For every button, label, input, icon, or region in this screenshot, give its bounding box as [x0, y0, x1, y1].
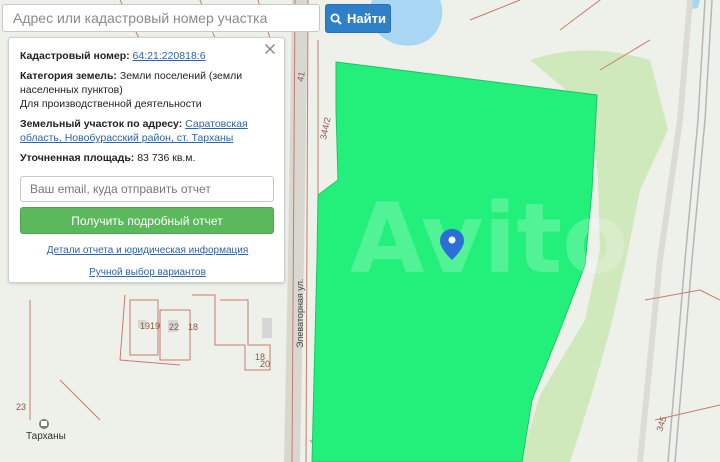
search-button[interactable]: Найти [325, 4, 391, 33]
address-row: Земельный участок по адресу: Саратовская… [20, 117, 272, 145]
parcel-label: 22 [169, 322, 179, 332]
area-row: Уточненная площадь: 83 736 кв.м. [20, 151, 272, 165]
manual-link-row: Ручной выбор вариантов [9, 266, 286, 280]
search-input[interactable] [2, 4, 320, 32]
address-label: Земельный участок по адресу: [20, 118, 183, 130]
report-details-link[interactable]: Детали отчета и юридическая информация [47, 245, 249, 256]
town-pin-icon [39, 419, 49, 429]
town-label: Тарханы [26, 431, 66, 442]
parcel-label: 19 [140, 321, 150, 331]
parcel-label: 41 [295, 71, 307, 83]
category-label: Категория земель: [20, 70, 117, 82]
street-label: Элеваторная ул. [295, 279, 305, 348]
details-link-row: Детали отчета и юридическая информация [9, 244, 286, 258]
area-label: Уточненная площадь: [20, 152, 135, 164]
cadastral-label: Кадастровый номер: [20, 50, 130, 62]
get-report-button[interactable]: Получить подробный отчет [20, 207, 274, 234]
building [262, 318, 272, 338]
parcel-label: 23 [16, 402, 26, 412]
parcel-label: 19 [150, 321, 160, 331]
parcel-info-card: Кадастровый номер: 64:21:220818:6 Катего… [8, 37, 285, 283]
purpose-row: Для производственной деятельности [20, 97, 272, 111]
category-row: Категория земель: Земли поселений (земли… [20, 69, 272, 97]
search-icon [330, 13, 342, 25]
area-value: 83 736 кв.м. [137, 152, 196, 164]
manual-selection-link[interactable]: Ручной выбор вариантов [89, 267, 206, 278]
cadastral-number-link[interactable]: 64:21:220818:6 [133, 50, 206, 62]
parcel-label: 20 [260, 359, 270, 369]
purpose-value: Для производственной деятельности [20, 98, 202, 110]
email-field[interactable] [20, 176, 274, 202]
search-button-label: Найти [347, 11, 386, 26]
watermark-text: Avito [350, 183, 628, 295]
parcel-label: 18 [188, 322, 198, 332]
cadastral-row: Кадастровый номер: 64:21:220818:6 [20, 49, 272, 63]
